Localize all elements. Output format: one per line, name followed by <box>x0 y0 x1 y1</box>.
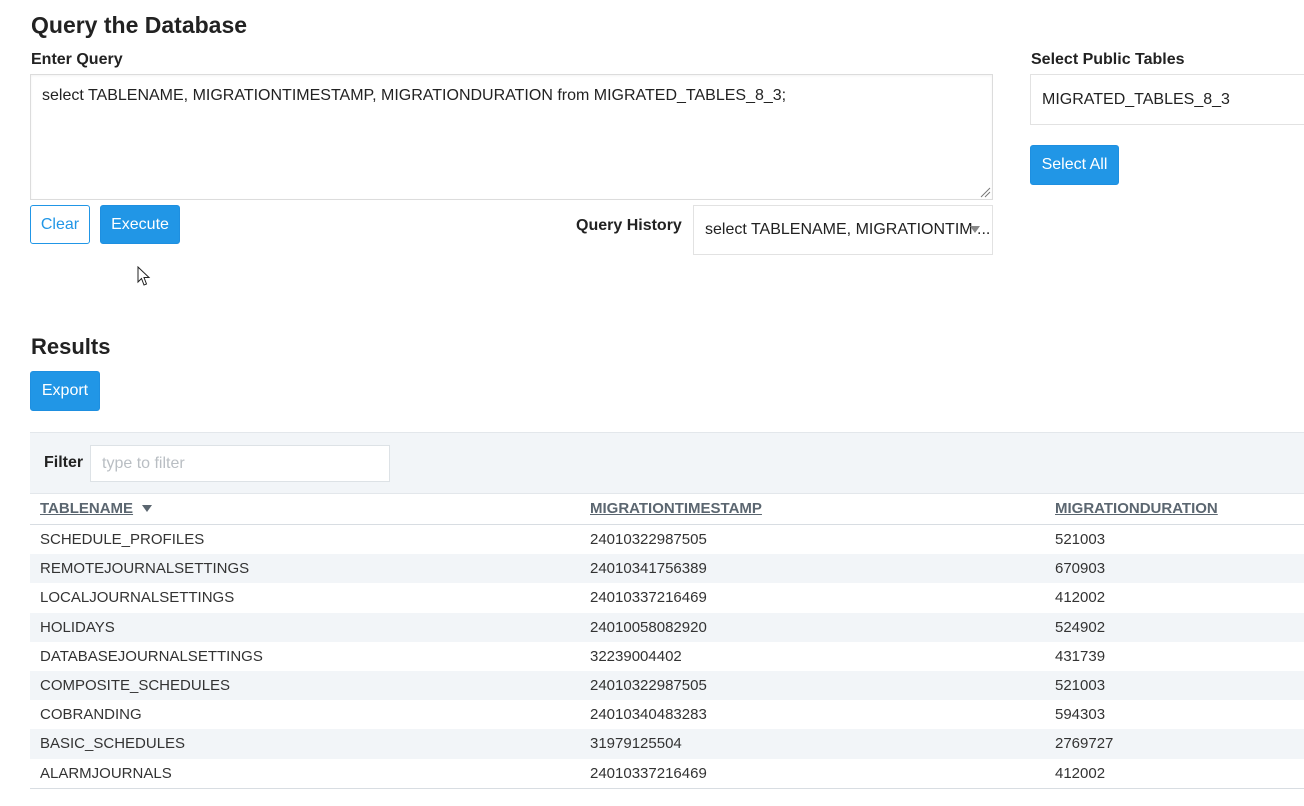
chevron-down-icon <box>970 226 980 233</box>
query-textarea[interactable]: select TABLENAME, MIGRATIONTIMESTAMP, MI… <box>30 74 993 200</box>
cell-tablename: ALARMJOURNALS <box>40 764 172 782</box>
clear-button[interactable]: Clear <box>30 205 90 244</box>
cell-tablename: BASIC_SCHEDULES <box>40 735 186 753</box>
filter-label: Filter <box>44 454 84 471</box>
table-row[interactable]: COBRANDING 24010340483283 594303 <box>30 700 1304 729</box>
cell-tablename: HOLIDAYS <box>40 618 115 636</box>
cell-migrationtimestamp: 31979125504 <box>590 735 682 753</box>
cell-tablename: COBRANDING <box>40 706 142 724</box>
cell-migrationtimestamp: 24010341756389 <box>590 560 707 578</box>
cell-migrationduration: 521003 <box>1055 531 1106 548</box>
table-row[interactable]: HOLIDAYS 24010058082920 524902 <box>30 612 1304 642</box>
public-tables-select[interactable]: MIGRATED_TABLES_8_3 <box>1030 74 1304 125</box>
query-history-label: Query History <box>576 217 682 234</box>
cell-tablename: COMPOSITE_SCHEDULES <box>40 676 231 694</box>
mouse-pointer-icon <box>137 266 151 286</box>
table-row[interactable]: SCHEDULE_PROFILES 24010322987505 521003 <box>30 525 1304 554</box>
table-row[interactable]: ALARMJOURNALS 24010337216469 412002 <box>30 759 1304 788</box>
cell-tablename: DATABASEJOURNALSETTINGS <box>40 647 263 665</box>
cell-migrationduration: 412002 <box>1055 589 1106 607</box>
execute-button[interactable]: Execute <box>100 205 180 244</box>
column-header-migrationduration[interactable]: MIGRATIONDURATION <box>1055 500 1218 517</box>
column-header-migrationtimestamp[interactable]: MIGRATIONTIMESTAMP <box>590 500 762 517</box>
cell-tablename: LOCALJOURNALSETTINGS <box>40 589 235 607</box>
table-row[interactable]: BASIC_SCHEDULES 31979125504 2769727 <box>30 729 1304 759</box>
cell-migrationduration: 521003 <box>1055 676 1106 694</box>
table-row[interactable]: REMOTEJOURNALSETTINGS 24010341756389 670… <box>30 554 1304 584</box>
table-row[interactable]: DATABASEJOURNALSETTINGS 32239004402 4317… <box>30 642 1304 671</box>
export-button[interactable]: Export <box>30 371 100 411</box>
public-table-option[interactable]: MIGRATED_TABLES_8_3 <box>1042 91 1230 109</box>
enter-query-label: Enter Query <box>31 51 123 68</box>
cell-migrationduration: 594303 <box>1055 706 1106 724</box>
results-title: Results <box>31 334 111 359</box>
cell-migrationduration: 670903 <box>1055 560 1106 578</box>
resize-grip-icon[interactable] <box>979 186 991 198</box>
cell-migrationtimestamp: 24010337216469 <box>590 589 707 607</box>
column-header-tablename[interactable]: TABLENAME <box>40 500 133 517</box>
table-row[interactable]: COMPOSITE_SCHEDULES 24010322987505 52100… <box>30 670 1304 701</box>
cell-migrationduration: 2769727 <box>1055 735 1114 753</box>
table-row[interactable]: LOCALJOURNALSETTINGS 24010337216469 4120… <box>30 583 1304 612</box>
cell-migrationduration: 524902 <box>1055 618 1106 636</box>
page-title: Query the Database <box>31 12 248 38</box>
results-grid: TABLENAME MIGRATIONTIMESTAMP MIGRATIONDU… <box>30 494 1304 789</box>
cell-migrationtimestamp: 24010337216469 <box>590 764 707 782</box>
cell-migrationtimestamp: 24010340483283 <box>590 706 707 724</box>
cell-migrationduration: 412002 <box>1055 764 1106 782</box>
cell-migrationtimestamp: 32239004402 <box>590 647 682 665</box>
public-tables-label: Select Public Tables <box>1031 51 1185 68</box>
grid-body: SCHEDULE_PROFILES 24010322987505 521003 … <box>30 525 1304 789</box>
query-history-value: select TABLENAME, MIGRATIONTIM ... <box>705 221 991 238</box>
filter-input[interactable] <box>90 445 390 482</box>
query-history-select[interactable]: select TABLENAME, MIGRATIONTIM ... <box>693 205 993 255</box>
grid-header: TABLENAME MIGRATIONTIMESTAMP MIGRATIONDU… <box>30 494 1304 525</box>
cell-migrationtimestamp: 24010058082920 <box>590 618 707 636</box>
caret-down-icon[interactable] <box>142 505 152 512</box>
cell-tablename: REMOTEJOURNALSETTINGS <box>40 560 250 578</box>
cell-tablename: SCHEDULE_PROFILES <box>40 531 205 548</box>
select-all-button[interactable]: Select All <box>1030 145 1119 185</box>
cell-migrationtimestamp: 24010322987505 <box>590 531 707 548</box>
cell-migrationduration: 431739 <box>1055 647 1106 665</box>
filter-bar: Filter <box>30 432 1304 494</box>
cell-migrationtimestamp: 24010322987505 <box>590 676 707 694</box>
